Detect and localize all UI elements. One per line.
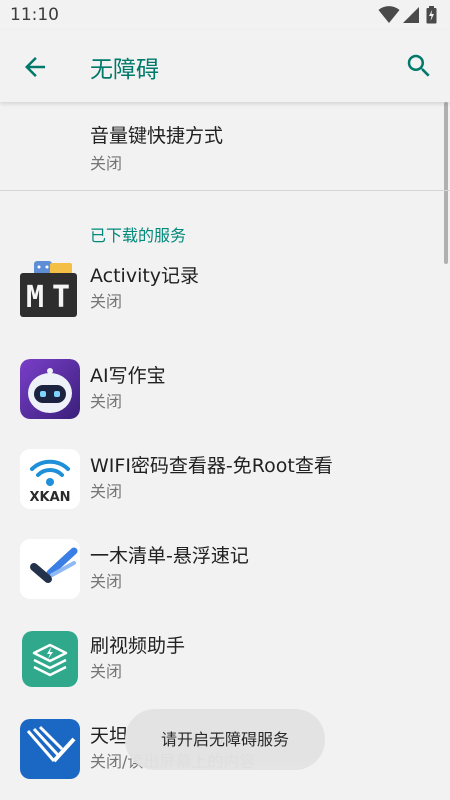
service-status: 关闭 (90, 482, 123, 501)
signal-icon (403, 7, 419, 23)
layers-bolt-app-icon (22, 631, 78, 687)
service-item-ai-writer[interactable]: AI写作宝 关闭 (0, 344, 450, 434)
status-bar: 11:10 (0, 0, 450, 30)
service-name: Activity记录 (90, 265, 200, 287)
volume-key-shortcut-summary: 关闭 (90, 154, 123, 173)
service-name: 一木清单-悬浮速记 (90, 545, 249, 567)
status-icons (378, 6, 442, 24)
app-bar: 无障碍 (0, 30, 450, 102)
volume-key-shortcut-title: 音量键快捷方式 (90, 125, 224, 147)
volume-key-shortcut-item[interactable]: 音量键快捷方式 关闭 (0, 102, 450, 190)
service-item-yimu-list[interactable]: 一木清单-悬浮速记 关闭 (0, 524, 450, 614)
service-name: 刷视频助手 (90, 635, 186, 657)
settings-list[interactable]: 音量键快捷方式 关闭 已下载的服务 M T Activity记录 关闭 AI写作… (0, 102, 450, 800)
blue-stripes-app-icon (20, 719, 80, 779)
svg-text:XKAN: XKAN (29, 490, 70, 505)
service-status: 关闭 (90, 292, 123, 311)
service-status: 关闭 (90, 572, 123, 591)
toast-message: 请开启无障碍服务 (125, 709, 325, 770)
section-header-downloaded: 已下载的服务 (90, 226, 187, 245)
service-name: 天坦 (90, 725, 129, 747)
checkmark-app-icon (20, 539, 80, 599)
status-time: 11:10 (10, 5, 59, 25)
service-status: 关闭 (90, 392, 123, 411)
svg-text:M: M (26, 280, 44, 315)
page-title: 无障碍 (90, 57, 159, 83)
svg-text:T: T (52, 280, 70, 315)
service-item-activity-record[interactable]: M T Activity记录 关闭 (0, 244, 450, 334)
xkan-wifi-app-icon: XKAN (20, 449, 80, 509)
wifi-icon (378, 6, 400, 23)
robot-app-icon (20, 359, 80, 419)
search-button[interactable] (404, 51, 434, 81)
service-item-wifi-password[interactable]: XKAN WIFI密码查看器-免Root查看 关闭 (0, 434, 450, 524)
service-status: 关闭 (90, 662, 123, 681)
search-icon (407, 54, 430, 77)
mt-app-icon: M T (20, 259, 80, 319)
service-name: AI写作宝 (90, 365, 166, 387)
back-button[interactable] (20, 52, 50, 82)
divider (0, 190, 450, 191)
service-name: WIFI密码查看器-免Root查看 (90, 455, 333, 477)
battery-icon (426, 6, 437, 24)
service-item-video-helper[interactable]: 刷视频助手 关闭 (0, 614, 450, 704)
arrow-back-icon (25, 57, 45, 77)
